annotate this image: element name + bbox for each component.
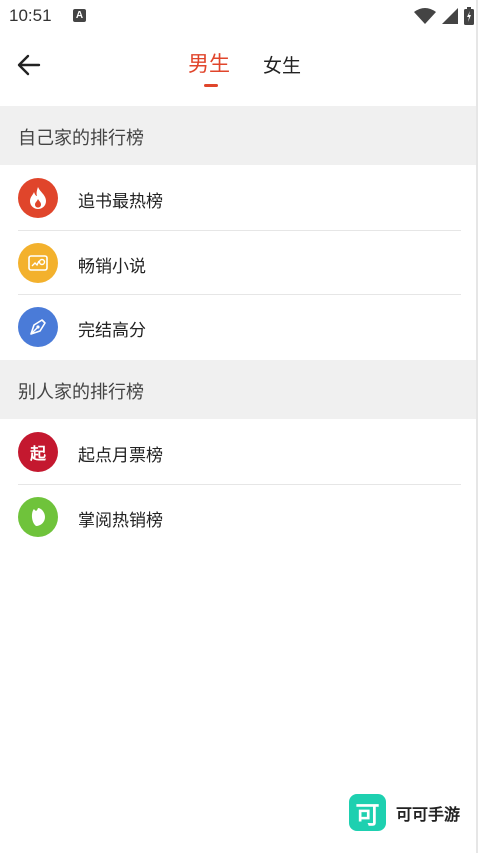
back-arrow-icon[interactable] (14, 50, 44, 80)
brand-watermark: 可 可可手游 (349, 794, 460, 831)
section-header-own: 自己家的排行榜 (0, 106, 476, 165)
list-item-label: 起点月票榜 (78, 446, 163, 466)
list-item-label: 完结高分 (78, 321, 146, 341)
brand-logo-icon: 可 (349, 794, 386, 831)
wifi-icon (414, 8, 436, 24)
list-item-zhangyue-hot[interactable]: 掌阅热销榜 (0, 485, 476, 549)
list-item-qidian-monthly[interactable]: 起 起点月票榜 (0, 420, 476, 484)
tab-indicator (204, 84, 218, 87)
section-header-others: 别人家的排行榜 (0, 360, 476, 419)
qidian-icon: 起 (18, 432, 58, 472)
list-item-bestseller[interactable]: 畅销小说 (0, 231, 476, 295)
zhangyue-leaf-icon (18, 497, 58, 537)
list-item-zhuishu-hot[interactable]: 追书最热榜 (0, 166, 476, 230)
notification-a-icon: A (73, 9, 86, 22)
list-item-label: 追书最热榜 (78, 192, 163, 212)
battery-icon (464, 7, 474, 25)
brand-name: 可可手游 (396, 804, 461, 824)
pen-nib-icon (18, 307, 58, 347)
section-title: 别人家的排行榜 (18, 382, 144, 403)
qidian-icon-text: 起 (29, 444, 46, 463)
sales-chart-icon (18, 243, 58, 283)
list-item-label: 掌阅热销榜 (78, 511, 163, 531)
list-item-completed-high-score[interactable]: 完结高分 (0, 295, 476, 359)
signal-icon (442, 8, 458, 24)
top-bar: 男生 女生 (0, 32, 480, 106)
list-item-label: 畅销小说 (78, 257, 146, 277)
status-icons (414, 6, 474, 26)
status-bar: 10:51 A (0, 0, 480, 32)
tab-female[interactable]: 女生 (263, 51, 301, 78)
status-time: 10:51 (9, 6, 52, 25)
tab-male[interactable]: 男生 (188, 48, 230, 78)
scroll-edge (476, 0, 478, 853)
section-title: 自己家的排行榜 (18, 128, 144, 149)
fire-icon (18, 178, 58, 218)
